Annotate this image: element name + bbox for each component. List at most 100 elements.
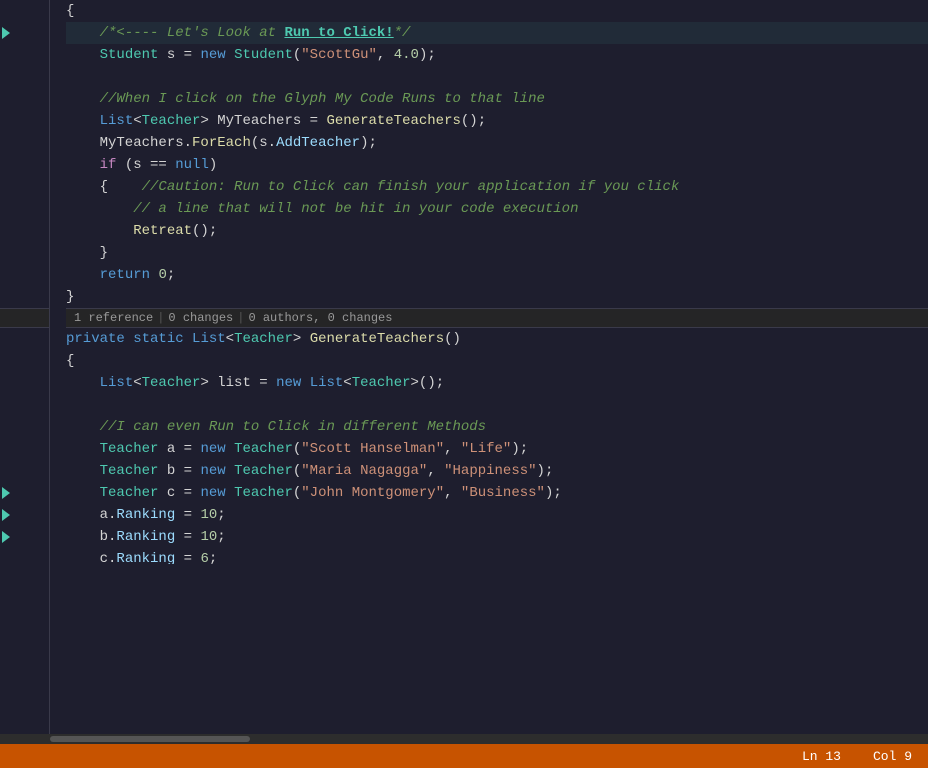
- code-line: {: [66, 350, 928, 372]
- token: (s ==: [116, 154, 175, 176]
- code-line: List<Teacher> list = new List<Teacher>()…: [66, 372, 928, 394]
- token: >();: [411, 372, 445, 394]
- code-line: }: [66, 242, 928, 264]
- token: (s.: [251, 132, 276, 154]
- ref-count: 1 reference: [74, 311, 153, 325]
- run-to-click-indicator-4[interactable]: [2, 531, 10, 543]
- token: ();: [461, 110, 486, 132]
- token: Teacher: [234, 482, 293, 504]
- token: [226, 482, 234, 504]
- token: c.: [66, 548, 116, 564]
- changes-count: 0 changes: [168, 311, 233, 325]
- token: [66, 264, 100, 286]
- gutter-line: [0, 416, 49, 438]
- token: 6: [200, 548, 208, 564]
- token: [150, 264, 158, 286]
- token: Teacher: [100, 438, 159, 460]
- token: ;: [217, 504, 225, 526]
- token: Ranking: [116, 526, 175, 548]
- token: ,: [444, 438, 461, 460]
- method-signature-line: private static List<Teacher> GenerateTea…: [66, 328, 928, 350]
- token: {: [66, 350, 74, 372]
- code-line: [66, 66, 928, 88]
- token: a =: [158, 438, 200, 460]
- code-editor: { /*<---- Let's Look at Run to Click!*/ …: [0, 0, 928, 744]
- gutter-line: [0, 198, 49, 220]
- status-bar: Ln 13 Col 9: [0, 744, 928, 768]
- run-to-click-indicator-2[interactable]: [2, 487, 10, 499]
- token: Student: [234, 44, 293, 66]
- token: "Happiness": [444, 460, 536, 482]
- run-to-click-indicator-3[interactable]: [2, 509, 10, 521]
- gutter-line-run3[interactable]: [0, 504, 49, 526]
- code-line-teacher-b: Teacher b = new Teacher("Maria Nagagga",…: [66, 460, 928, 482]
- token: ,: [444, 482, 461, 504]
- token: ();: [192, 220, 217, 242]
- token: }: [66, 242, 108, 264]
- token: [301, 372, 309, 394]
- gutter-line-run[interactable]: [0, 22, 49, 44]
- token: list =: [209, 372, 276, 394]
- token: List: [192, 328, 226, 350]
- token: "John Montgomery": [301, 482, 444, 504]
- gutter-line: [0, 176, 49, 198]
- code-line: //When I click on the Glyph My Code Runs…: [66, 88, 928, 110]
- token: >: [293, 328, 301, 350]
- gutter-line-run4[interactable]: [0, 526, 49, 548]
- token: //Caution: Run to Click can finish your …: [142, 176, 680, 198]
- token: =: [175, 548, 200, 564]
- token: ): [209, 154, 217, 176]
- gutter-line: [0, 264, 49, 286]
- token: );: [511, 438, 528, 460]
- token: GenerateTeachers: [326, 110, 460, 132]
- token: c =: [158, 482, 200, 504]
- token: [184, 328, 192, 350]
- code-line: // a line that will not be hit in your c…: [66, 198, 928, 220]
- token: ,: [377, 44, 394, 66]
- ref-sep-1: |: [157, 311, 164, 325]
- gutter-line: [0, 328, 49, 350]
- code-line-run-to-click: /*<---- Let's Look at Run to Click!*/: [66, 22, 928, 44]
- code-line-ranking-c: c.Ranking = 6;: [66, 548, 928, 564]
- token: return: [100, 264, 150, 286]
- token: [66, 460, 100, 482]
- token: (: [293, 460, 301, 482]
- code-line-ranking-a: a.Ranking = 10;: [66, 504, 928, 526]
- horizontal-scrollbar[interactable]: [0, 734, 928, 744]
- gutter-line: [0, 66, 49, 88]
- token: //I can even Run to Click in different M…: [66, 416, 486, 438]
- token: "Business": [461, 482, 545, 504]
- token: new: [200, 460, 225, 482]
- token: <: [133, 372, 141, 394]
- token: >: [200, 110, 208, 132]
- code-line: [66, 394, 928, 416]
- token: ;: [217, 526, 225, 548]
- gutter-line: [0, 350, 49, 372]
- token: {: [66, 176, 142, 198]
- code-line-teacher-a: Teacher a = new Teacher("Scott Hanselman…: [66, 438, 928, 460]
- scrollbar-thumb[interactable]: [50, 736, 250, 742]
- token: a.: [66, 504, 116, 526]
- token: GenerateTeachers: [310, 328, 444, 350]
- token: [226, 44, 234, 66]
- token: =: [175, 504, 200, 526]
- gutter-line: [0, 220, 49, 242]
- token: Teacher: [234, 328, 293, 350]
- token: new: [276, 372, 301, 394]
- code-line: return 0;: [66, 264, 928, 286]
- gutter-line: [0, 110, 49, 132]
- gutter-line: [0, 438, 49, 460]
- run-to-click-indicator[interactable]: [2, 27, 10, 39]
- token: ;: [209, 548, 217, 564]
- token: new: [200, 438, 225, 460]
- token: [66, 372, 100, 394]
- token: >: [200, 372, 208, 394]
- code-content: { /*<---- Let's Look at Run to Click!*/ …: [0, 0, 928, 734]
- gutter-line-run2[interactable]: [0, 482, 49, 504]
- token: if: [100, 154, 117, 176]
- gutter-line: [0, 460, 49, 482]
- reference-bar: 1 reference | 0 changes | 0 authors, 0 c…: [66, 308, 928, 328]
- token: */: [394, 22, 411, 44]
- token: MyTeachers =: [209, 110, 327, 132]
- token: new: [200, 44, 225, 66]
